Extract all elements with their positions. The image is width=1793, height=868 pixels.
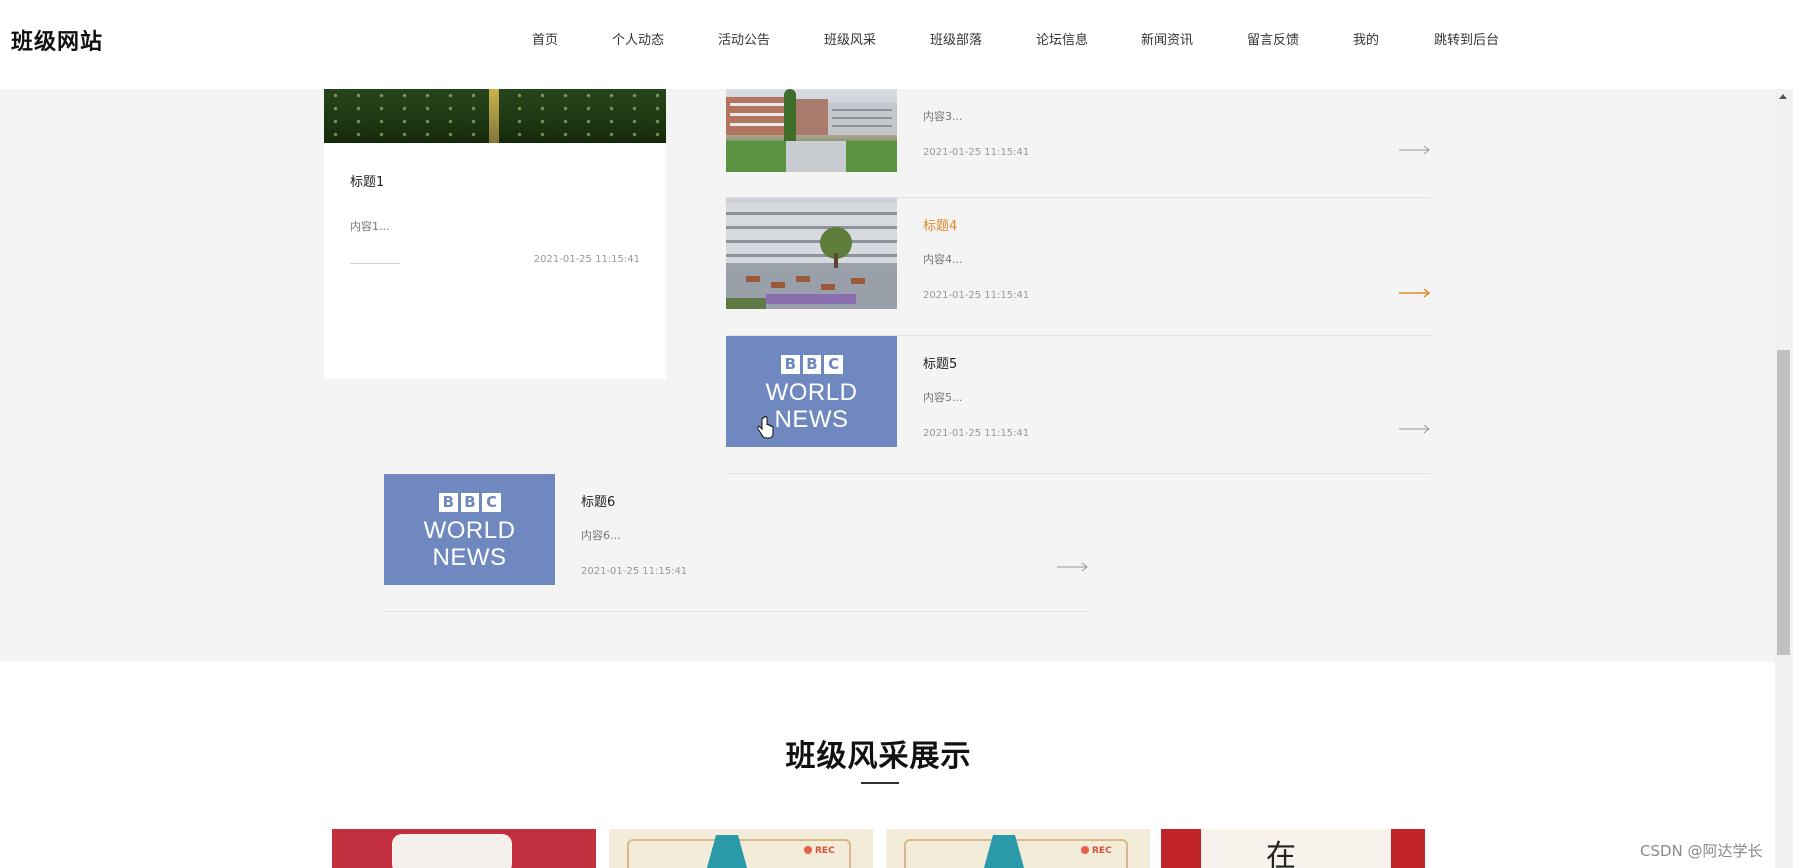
scrollbar-thumb[interactable]	[1777, 350, 1790, 655]
watermark: CSDN @阿达学长	[1640, 842, 1763, 860]
building-image	[726, 89, 897, 172]
news-date: 2021-01-25 11:15:41	[923, 290, 1030, 301]
featured-news-image	[324, 89, 666, 143]
nav-item-admin[interactable]: 跳转到后台	[1434, 29, 1499, 48]
building-image	[726, 203, 897, 309]
section-title-underline	[861, 782, 899, 784]
nav-item-class-style[interactable]: 班级风采	[824, 29, 876, 48]
site-brand[interactable]: 班级网站	[11, 24, 103, 56]
nav-item-class-tribe[interactable]: 班级部落	[930, 29, 982, 48]
gallery-image-text: 在	[1266, 839, 1296, 868]
arrow-right-icon[interactable]	[1399, 145, 1431, 155]
featured-news-date: 2021-01-25 11:15:41	[533, 254, 640, 265]
gallery-item[interactable]: REC	[609, 829, 873, 868]
arrow-right-icon[interactable]	[1057, 562, 1089, 572]
nav-item-announcements[interactable]: 活动公告	[718, 29, 770, 48]
news-list-item[interactable]: BBC WORLD NEWS 标题6 内容6... 2021-01-25 11:1…	[384, 474, 1089, 612]
nav-item-news[interactable]: 新闻资讯	[1141, 29, 1193, 48]
news-thumbnail: BBC WORLD NEWS	[384, 474, 555, 585]
arrow-right-icon[interactable]	[1399, 288, 1431, 298]
news-list-item[interactable]: BBC WORLD NEWS 标题5 内容5... 2021-01-25 11:1…	[726, 336, 1431, 474]
news-thumbnail	[726, 89, 897, 172]
gallery-image	[392, 834, 512, 868]
rec-badge: REC	[804, 846, 835, 856]
news-title[interactable]: 标题6	[581, 491, 615, 510]
nav-item-home[interactable]: 首页	[532, 29, 558, 48]
news-desc: 内容4...	[923, 253, 963, 266]
gallery-item[interactable]: 在	[1161, 829, 1425, 868]
featured-news-desc: 内容1...	[350, 220, 390, 233]
news-thumbnail: BBC WORLD NEWS	[726, 336, 897, 447]
bbc-logo-text: WORLD NEWS	[765, 379, 858, 433]
gallery-section-title: 班级风采展示	[785, 739, 972, 774]
rec-badge: REC	[1081, 846, 1112, 856]
nav-item-feedback[interactable]: 留言反馈	[1247, 29, 1299, 48]
news-date: 2021-01-25 11:15:41	[581, 566, 688, 577]
nav-item-personal-updates[interactable]: 个人动态	[612, 29, 664, 48]
featured-news-title[interactable]: 标题1	[350, 171, 384, 190]
news-date: 2021-01-25 11:15:41	[923, 428, 1030, 439]
news-date: 2021-01-25 11:15:41	[923, 147, 1030, 158]
arrow-right-icon[interactable]	[1399, 424, 1431, 434]
news-title[interactable]: 标题5	[923, 353, 957, 372]
hand-cursor-icon	[757, 416, 774, 439]
gallery-item[interactable]	[332, 829, 596, 868]
bbc-logo: BBC	[439, 493, 502, 512]
gallery-item[interactable]: REC	[886, 829, 1150, 868]
featured-news-divider	[350, 263, 400, 264]
news-desc: 内容3...	[923, 110, 963, 123]
scroll-up-arrow-icon[interactable]	[1779, 94, 1787, 99]
list-separator	[384, 611, 1089, 612]
news-desc: 内容6...	[581, 529, 621, 542]
news-list-item[interactable]: 标题4 内容4... 2021-01-25 11:15:41	[726, 198, 1431, 336]
site-header: 班级网站 首页 个人动态 活动公告 班级风采 班级部落 论坛信息 新闻资讯 留言…	[0, 0, 1793, 89]
news-title[interactable]: 标题4	[923, 215, 957, 234]
bbc-logo-text: WORLD NEWS	[423, 517, 516, 571]
featured-news-card[interactable]: 标题1 内容1... 2021-01-25 11:15:41	[324, 89, 666, 379]
nav-item-mine[interactable]: 我的	[1353, 29, 1379, 48]
news-desc: 内容5...	[923, 391, 963, 404]
bbc-logo: BBC	[781, 355, 844, 374]
nav-item-forum[interactable]: 论坛信息	[1036, 29, 1088, 48]
news-thumbnail	[726, 198, 897, 309]
